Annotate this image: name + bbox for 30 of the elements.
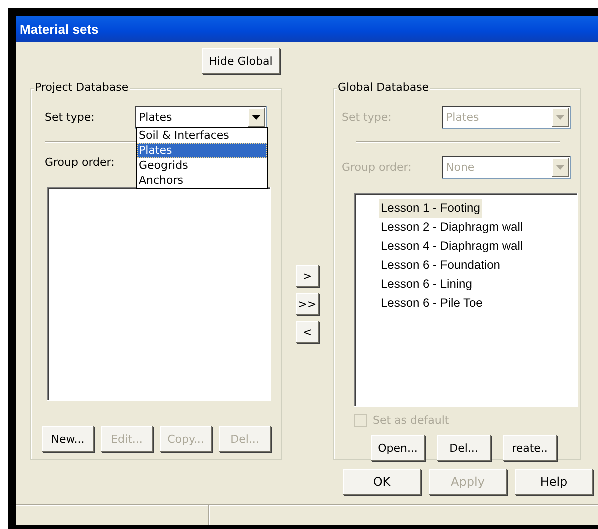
dropdown-option[interactable]: Plates: [137, 143, 267, 158]
field-label: Set type:: [342, 110, 393, 124]
list-item[interactable]: Lesson 6 - Pile Toe: [379, 294, 485, 313]
window-title: Material sets: [20, 22, 99, 36]
dialog-button[interactable]: Help: [515, 469, 593, 495]
dropdown-option[interactable]: Anchors: [137, 173, 267, 188]
transfer-button[interactable]: >>: [296, 293, 319, 315]
checkbox-label: Set as default: [373, 414, 450, 426]
field-label: Group order:: [45, 156, 116, 168]
list-item[interactable]: Lesson 1 - Footing: [379, 199, 482, 218]
list-item[interactable]: Lesson 2 - Diaphragm wall: [379, 218, 526, 237]
group-title: Global Database: [337, 81, 430, 94]
list-item[interactable]: Lesson 4 - Diaphragm wall: [379, 237, 526, 256]
dropdown-option[interactable]: Soil & Interfaces: [137, 128, 267, 143]
hide-global-button[interactable]: Hide Global: [202, 48, 280, 74]
field-label: Set type:: [45, 110, 96, 124]
material-list[interactable]: Lesson 1 - Footing Lesson 2 - Diaphragm wall Lesson 4 - Diaphragm wall Lesson 6 - Foundation Lesson 6 - Lining Lesson 6 - Pile Toe: [354, 193, 578, 407]
action-button[interactable]: Open...: [371, 435, 425, 461]
transfer-button[interactable]: <: [296, 321, 319, 343]
dropdown-option[interactable]: Geogrids: [137, 158, 267, 173]
list-item[interactable]: Lesson 6 - Lining: [379, 275, 474, 294]
action-button[interactable]: Del...: [437, 435, 491, 461]
transfer-button[interactable]: >: [296, 265, 319, 287]
field-label: Group order:: [342, 160, 413, 174]
set-type-dropdown[interactable]: Plates: [135, 106, 267, 128]
dialog-button[interactable]: OK: [343, 469, 421, 495]
action-button[interactable]: New...: [42, 426, 94, 452]
action-button[interactable]: reate..: [503, 435, 557, 461]
list-item[interactable]: Lesson 6 - Foundation: [379, 256, 502, 275]
group-title: Project Database: [34, 81, 130, 94]
